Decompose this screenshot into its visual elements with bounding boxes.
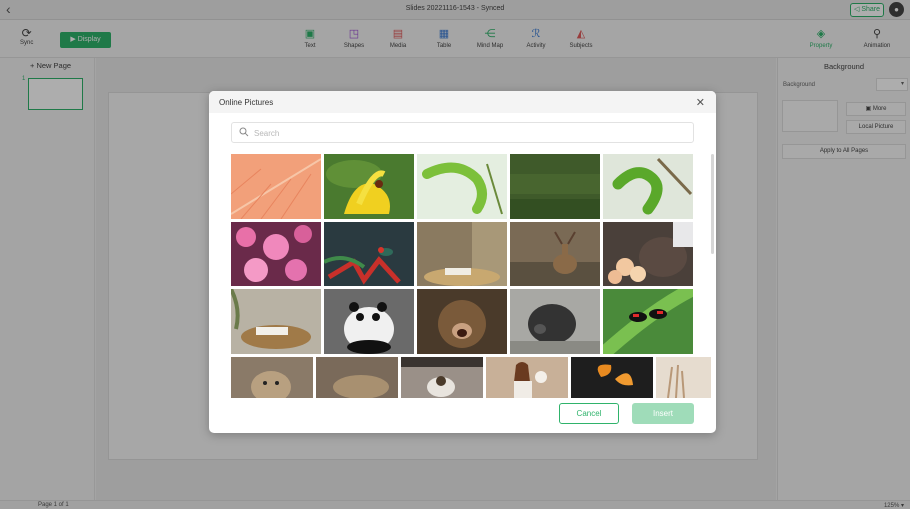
picture-hummingbird-image	[324, 222, 414, 286]
picture-cow[interactable]	[603, 222, 693, 286]
search-box	[231, 122, 694, 143]
picture-dried-grass[interactable]	[656, 357, 711, 398]
search-input[interactable]	[254, 127, 674, 139]
cancel-button[interactable]: Cancel	[559, 403, 619, 424]
picture-panda-image	[324, 289, 414, 354]
picture-lynx[interactable]	[231, 357, 313, 398]
picture-caterpillar-branch[interactable]	[603, 154, 693, 219]
picture-dog-sofa-image	[401, 357, 483, 398]
picture-pig[interactable]	[510, 289, 600, 354]
picture-lynx-lying-image	[316, 357, 398, 398]
picture-grass-image	[510, 154, 600, 219]
picture-hummingbird[interactable]	[324, 222, 414, 286]
picture-room-table-image	[417, 222, 507, 286]
picture-orange-butterfly-image	[571, 357, 653, 398]
dialog-title: Online Pictures	[219, 98, 274, 107]
picture-yellow-flower-image	[324, 154, 414, 219]
picture-orange-butterfly[interactable]	[571, 357, 653, 398]
picture-green-caterpillar[interactable]	[417, 154, 507, 219]
picture-deer-image	[510, 222, 600, 286]
picture-wooden-table[interactable]	[231, 289, 321, 354]
picture-lynx-image	[231, 357, 313, 398]
close-icon[interactable]: ✕	[696, 96, 705, 109]
insert-button[interactable]: Insert	[632, 403, 694, 424]
online-pictures-dialog: Online Pictures ✕ Search Cancel Insert	[209, 91, 716, 433]
dialog-header: Online Pictures ✕	[209, 91, 716, 113]
picture-orange-leaf[interactable]	[231, 154, 321, 219]
picture-pink-flowers[interactable]	[231, 222, 321, 286]
picture-grid-scrollbar[interactable]	[711, 154, 714, 254]
picture-wooden-table-image	[231, 289, 321, 354]
picture-dried-grass-image	[656, 357, 711, 398]
picture-butterfly-leaf-image	[603, 289, 693, 354]
picture-pink-flowers-image	[231, 222, 321, 286]
picture-caterpillar-branch-image	[603, 154, 693, 219]
picture-woman-dog-image	[486, 357, 568, 398]
picture-cow-image	[603, 222, 693, 286]
picture-woman-dog[interactable]	[486, 357, 568, 398]
picture-monkey[interactable]	[417, 289, 507, 354]
picture-lynx-lying[interactable]	[316, 357, 398, 398]
picture-yellow-flower[interactable]	[324, 154, 414, 219]
picture-pig-image	[510, 289, 600, 354]
picture-deer[interactable]	[510, 222, 600, 286]
picture-room-table[interactable]	[417, 222, 507, 286]
picture-butterfly-leaf[interactable]	[603, 289, 693, 354]
picture-monkey-image	[417, 289, 507, 354]
picture-orange-leaf-image	[231, 154, 321, 219]
search-icon	[239, 127, 249, 137]
picture-dog-sofa[interactable]	[401, 357, 483, 398]
picture-green-caterpillar-image	[417, 154, 507, 219]
picture-grass[interactable]	[510, 154, 600, 219]
picture-grid	[231, 154, 711, 398]
picture-panda[interactable]	[324, 289, 414, 354]
